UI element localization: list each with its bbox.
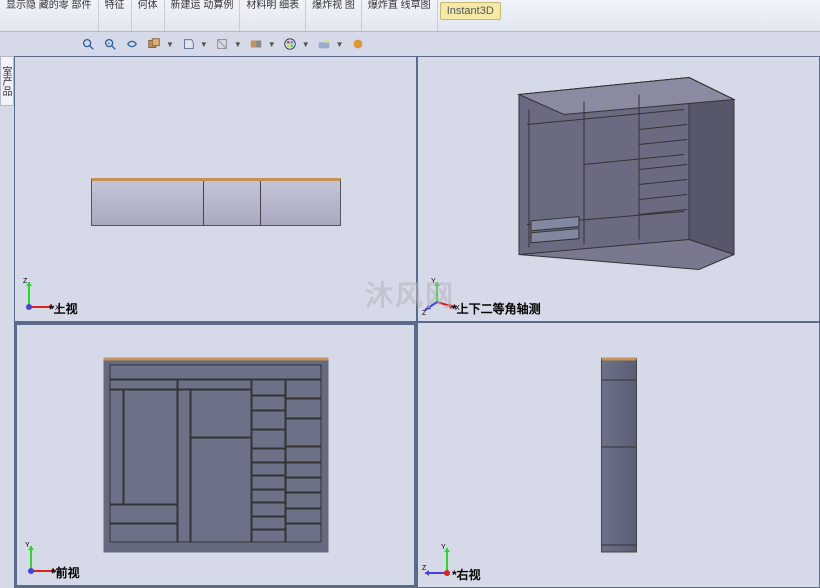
rib-group-hidden-parts[interactable]: 显示隐 藏的零 部件 [0,0,99,31]
dropdown-arrow-icon[interactable]: ▼ [336,40,344,49]
svg-text:Z: Z [23,278,28,285]
dropdown-arrow-icon[interactable]: ▼ [166,40,174,49]
dropdown-arrow-icon[interactable]: ▼ [268,40,276,49]
instant3d-button[interactable]: Instant3D [440,2,501,20]
rib-group-feature[interactable]: 特征 [99,0,132,31]
scene-icon[interactable] [316,36,332,52]
svg-text:Y: Y [25,542,30,549]
model-right-view [601,358,637,553]
svg-text:Y: Y [441,544,446,551]
rotate-view-icon[interactable] [124,36,140,52]
view-orientation-icon[interactable] [146,36,162,52]
section-view-icon[interactable] [248,36,264,52]
zoom-area-icon[interactable]: + [102,36,118,52]
side-panel-tab[interactable]: 室产品 [0,56,14,106]
svg-text:Z: Z [422,565,427,572]
rib-group-exploded-sketch[interactable]: 爆炸直 线草图 [362,0,438,31]
ribbon-bar: 显示隐 藏的零 部件 特征 何体 新建运 动算例 材料明 细表 爆炸视 图 爆炸… [0,0,820,32]
svg-text:+: + [107,41,110,47]
dropdown-arrow-icon[interactable]: ▼ [302,40,310,49]
viewport-isometric[interactable]: XYZ *上下二等角轴测 [417,56,820,322]
model-front-view [103,358,328,553]
viewport-label: *右视 [452,566,481,583]
viewport-right[interactable]: Z Y *右视 [417,322,820,588]
viewport-top[interactable]: XZ *上视 [14,56,417,322]
display-style-icon[interactable] [180,36,196,52]
viewport-front[interactable]: XY *前视 [14,322,417,588]
rib-group-motion[interactable]: 新建运 动算例 [165,0,241,31]
viewport-label: *上视 [49,300,78,317]
rib-group-body[interactable]: 何体 [132,0,165,31]
appearance-icon[interactable] [282,36,298,52]
svg-text:Z: Z [422,310,427,317]
rib-group-exploded[interactable]: 爆炸视 图 [306,0,362,31]
render-icon[interactable] [350,36,366,52]
zoom-fit-icon[interactable] [80,36,96,52]
viewport-label: *前视 [51,564,80,581]
hide-show-icon[interactable] [214,36,230,52]
viewport-grid: XZ *上视 [14,56,820,588]
rib-group-bom[interactable]: 材料明 细表 [240,0,306,31]
viewport-label: *上下二等角轴测 [452,300,541,317]
model-iso-view [489,69,749,282]
svg-text:Y: Y [431,278,436,285]
dropdown-arrow-icon[interactable]: ▼ [200,40,208,49]
model-top-view [91,178,341,226]
dropdown-arrow-icon[interactable]: ▼ [234,40,242,49]
view-toolbar: + ▼ ▼ ▼ ▼ ▼ ▼ [0,32,820,56]
